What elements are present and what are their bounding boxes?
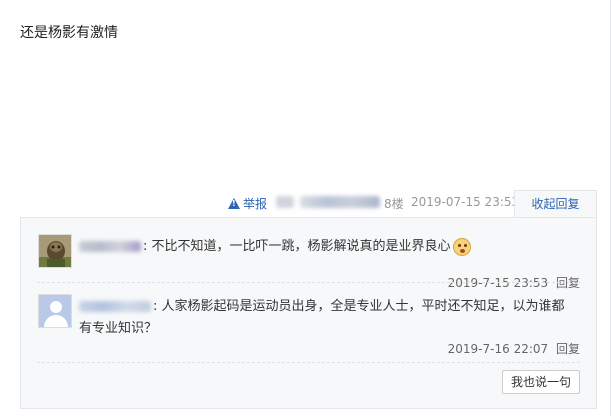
report-link[interactable]: 举报 [228, 195, 267, 212]
add-reply-button[interactable]: 我也说一句 [502, 370, 580, 394]
blurred-reply-username[interactable] [79, 241, 141, 252]
shocked-emoji-icon [452, 237, 471, 256]
reply-time: 2019-7-15 23:53 [447, 276, 549, 290]
reply-content: : 人家杨影起码是运动员出身，全是专业人士，平时还不知足，以为谁都有专业知识？ [79, 296, 569, 340]
post-tail-bar: 举报 8楼 2019-07-15 23:53 收起回复 [0, 190, 611, 218]
post-content: 还是杨影有激情 [20, 25, 118, 41]
reply-divider [37, 362, 580, 363]
reply-divider [37, 282, 580, 283]
blurred-reply-username[interactable] [79, 301, 151, 312]
user-silhouette-icon [50, 301, 62, 313]
reply-link[interactable]: 回复 [556, 342, 580, 356]
reply-time: 2019-7-16 22:07 [447, 342, 549, 356]
avatar[interactable] [38, 234, 72, 268]
blurred-username-2 [300, 196, 380, 208]
reply-text: 人家杨影起码是运动员出身，全是专业人士，平时还不知足，以为谁都有专业知识？ [79, 299, 565, 336]
colon: : [153, 299, 162, 314]
reply-panel: : 不比不知道，一比吓一跳，杨影解说真的是业界良心 2019-7-15 23:5… [20, 217, 597, 409]
colon: : [143, 239, 152, 254]
reply-meta: 2019-7-16 22:07 回复 [448, 340, 580, 357]
floor-number: 8楼 [384, 197, 404, 211]
default-avatar[interactable] [38, 294, 72, 328]
reply-text: 不比不知道，一比吓一跳，杨影解说真的是业界良心 [151, 239, 451, 254]
warning-icon [228, 198, 240, 209]
blurred-username [276, 196, 294, 208]
report-label: 举报 [243, 197, 268, 211]
reply-content: : 不比不知道，一比吓一跳，杨影解说真的是业界良心 [79, 236, 569, 258]
reply-link[interactable]: 回复 [556, 276, 580, 290]
user-silhouette-body [44, 315, 68, 327]
post-time: 2019-07-15 23:53 [411, 195, 520, 209]
collapse-replies-button[interactable]: 收起回复 [514, 190, 597, 218]
